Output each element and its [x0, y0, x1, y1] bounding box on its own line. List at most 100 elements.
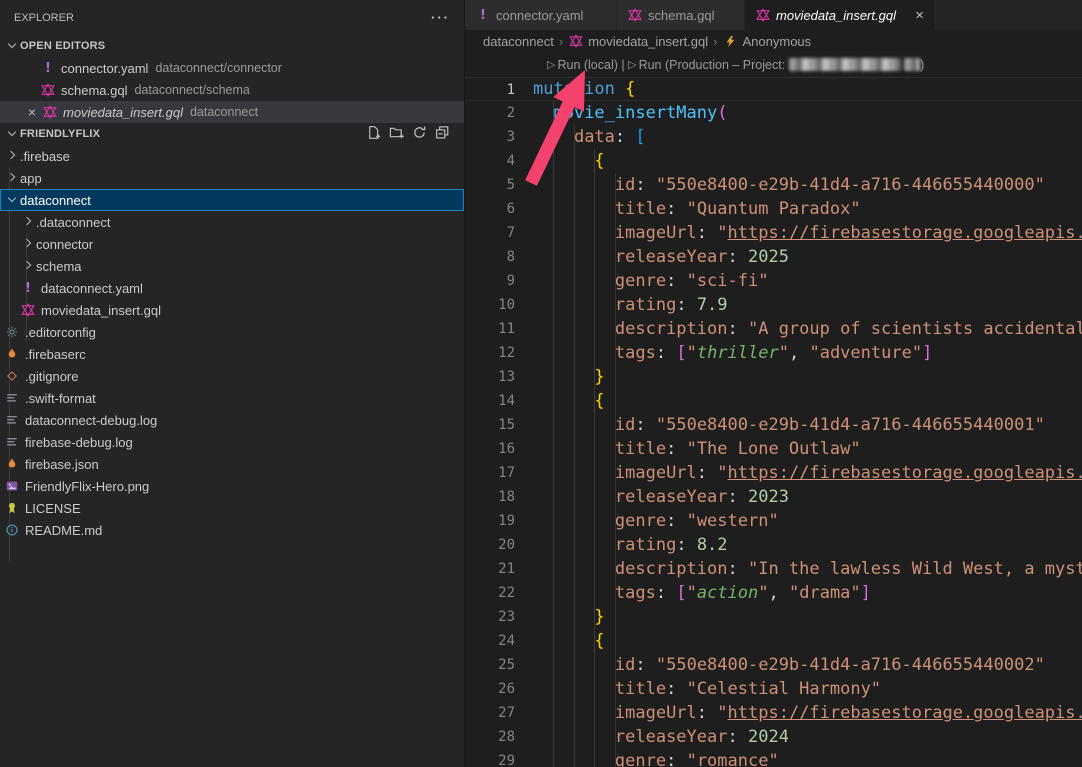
run-local-link[interactable]: Run (local) [557, 58, 617, 72]
open-editors-header[interactable]: OPEN EDITORS [0, 35, 464, 57]
code-line-14[interactable]: 14 { [465, 389, 1082, 413]
tree-item-friendlyflix-hero-png[interactable]: FriendlyFlix-Hero.png [0, 475, 464, 497]
code-line-29[interactable]: 29 genre: "romance" [465, 749, 1082, 767]
yaml-icon: ! [40, 60, 56, 76]
code-line-19[interactable]: 19 genre: "western" [465, 509, 1082, 533]
more-actions-icon[interactable]: ··· [431, 10, 450, 25]
open-editor-schema-gql[interactable]: schema.gqldataconnect/schema [0, 79, 464, 101]
code-line-28[interactable]: 28 releaseYear: 2024 [465, 725, 1082, 749]
code-line-2[interactable]: 2 movie_insertMany( [465, 101, 1082, 125]
code-line-27[interactable]: 27 imageUrl: "https://firebasestorage.go… [465, 701, 1082, 725]
code-line-6[interactable]: 6 title: "Quantum Paradox" [465, 197, 1082, 221]
close-tab-icon[interactable]: × [907, 7, 924, 24]
codelens-suffix: ) [920, 58, 924, 72]
tree-item-schema[interactable]: schema [0, 255, 464, 277]
tree-item-app[interactable]: app [0, 167, 464, 189]
tree-item-firebase[interactable]: .firebase [0, 145, 464, 167]
code-line-17[interactable]: 17 imageUrl: "https://firebasestorage.go… [465, 461, 1082, 485]
code-text: description: "A group of scientists acci… [515, 317, 1082, 341]
tree-item-dataconnect[interactable]: dataconnect [0, 189, 464, 211]
code-line-20[interactable]: 20 rating: 8.2 [465, 533, 1082, 557]
code-line-22[interactable]: 22 tags: ["action", "drama"] [465, 581, 1082, 605]
code-line-1[interactable]: 1mutation { [465, 77, 1082, 101]
chevron-down-icon [4, 192, 20, 208]
tree-item-firebase-debug-log[interactable]: firebase-debug.log [0, 431, 464, 453]
code-line-4[interactable]: 4 { [465, 149, 1082, 173]
breadcrumb-item-anonymous[interactable]: Anonymous [723, 33, 812, 49]
code-text: } [515, 605, 605, 629]
tab-schema-gql[interactable]: schema.gql [617, 0, 745, 30]
tree-item-label: FriendlyFlix-Hero.png [25, 479, 149, 494]
tree-item-label: .firebaserc [25, 347, 86, 362]
line-number: 3 [465, 125, 515, 149]
open-editor-connector-yaml[interactable]: !connector.yamldataconnect/connector [0, 57, 464, 79]
code-line-10[interactable]: 10 rating: 7.9 [465, 293, 1082, 317]
line-number: 28 [465, 725, 515, 749]
tree-item-label: dataconnect-debug.log [25, 413, 157, 428]
editor-group: !connector.yamlschema.gqlmoviedata_inser… [465, 0, 1082, 767]
file-label: moviedata_insert.gql [63, 105, 183, 120]
chevron-down-icon [4, 126, 20, 142]
tree-item-dataconnect-yaml[interactable]: !dataconnect.yaml [0, 277, 464, 299]
code-line-3[interactable]: 3 data: [ [465, 125, 1082, 149]
tree-item-swift-format[interactable]: .swift-format [0, 387, 464, 409]
code-line-26[interactable]: 26 title: "Celestial Harmony" [465, 677, 1082, 701]
line-number: 25 [465, 653, 515, 677]
code-text: title: "The Lone Outlaw" [515, 437, 861, 461]
code-line-11[interactable]: 11 description: "A group of scientists a… [465, 317, 1082, 341]
code-text: mutation { [515, 78, 635, 100]
code-text: releaseYear: 2023 [515, 485, 789, 509]
tree-item-connector[interactable]: connector [0, 233, 464, 255]
new-folder-icon[interactable] [389, 125, 404, 143]
tree-item-label: app [20, 171, 42, 186]
line-number: 22 [465, 581, 515, 605]
tab-moviedata-insert-gql[interactable]: moviedata_insert.gql× [745, 0, 935, 30]
code-line-8[interactable]: 8 releaseYear: 2025 [465, 245, 1082, 269]
line-number: 24 [465, 629, 515, 653]
tree-item-dataconnect-debug-log[interactable]: dataconnect-debug.log [0, 409, 464, 431]
code-line-23[interactable]: 23 } [465, 605, 1082, 629]
code-text: { [515, 149, 605, 173]
refresh-icon[interactable] [412, 125, 427, 143]
collapse-all-icon[interactable] [435, 125, 450, 143]
line-number: 14 [465, 389, 515, 413]
tree-item-firebase-json[interactable]: firebase.json [0, 453, 464, 475]
close-editor-icon[interactable]: × [24, 104, 40, 120]
code-line-18[interactable]: 18 releaseYear: 2023 [465, 485, 1082, 509]
code-line-13[interactable]: 13 } [465, 365, 1082, 389]
code-line-16[interactable]: 16 title: "The Lone Outlaw" [465, 437, 1082, 461]
new-file-icon[interactable] [366, 125, 381, 143]
tree-item-label: connector [36, 237, 93, 252]
open-editor-moviedata-insert-gql[interactable]: ×moviedata_insert.gqldataconnect [0, 101, 464, 123]
code-text: imageUrl: "https://firebasestorage.googl… [515, 461, 1082, 485]
code-line-12[interactable]: 12 tags: ["thriller", "adventure"] [465, 341, 1082, 365]
tree-item-moviedata-insert-gql[interactable]: moviedata_insert.gql [0, 299, 464, 321]
tree-item-label: schema [36, 259, 82, 274]
breadcrumb-item-moviedata-insert-gql[interactable]: moviedata_insert.gql [568, 33, 708, 49]
code-line-5[interactable]: 5 id: "550e8400-e29b-41d4-a716-446655440… [465, 173, 1082, 197]
code-line-15[interactable]: 15 id: "550e8400-e29b-41d4-a716-44665544… [465, 413, 1082, 437]
breadcrumb-item-dataconnect[interactable]: dataconnect [483, 34, 554, 49]
workspace-header[interactable]: FRIENDLYFLIX [0, 123, 464, 145]
code-line-21[interactable]: 21 description: "In the lawless Wild Wes… [465, 557, 1082, 581]
code-line-7[interactable]: 7 imageUrl: "https://firebasestorage.goo… [465, 221, 1082, 245]
run-production-link[interactable]: Run (Production – Project: [639, 58, 789, 72]
tree-item-gitignore[interactable]: .gitignore [0, 365, 464, 387]
code-line-24[interactable]: 24 { [465, 629, 1082, 653]
tree-item-editorconfig[interactable]: .editorconfig [0, 321, 464, 343]
tree-item-firebaserc[interactable]: .firebaserc [0, 343, 464, 365]
tree-item-label: .dataconnect [36, 215, 110, 230]
line-number: 15 [465, 413, 515, 437]
explorer-title: EXPLORER [14, 12, 74, 24]
line-number: 7 [465, 221, 515, 245]
tab-connector-yaml[interactable]: !connector.yaml [465, 0, 617, 30]
code-text: tags: ["thriller", "adventure"] [515, 341, 932, 365]
code-line-9[interactable]: 9 genre: "sci-fi" [465, 269, 1082, 293]
breadcrumb-label: dataconnect [483, 34, 554, 49]
tree-item-license[interactable]: LICENSE [0, 497, 464, 519]
tree-item-label: .editorconfig [25, 325, 96, 340]
tree-item-readme-md[interactable]: README.md [0, 519, 464, 541]
doc-icon [4, 412, 20, 428]
code-line-25[interactable]: 25 id: "550e8400-e29b-41d4-a716-44665544… [465, 653, 1082, 677]
tree-item-dataconnect[interactable]: .dataconnect [0, 211, 464, 233]
